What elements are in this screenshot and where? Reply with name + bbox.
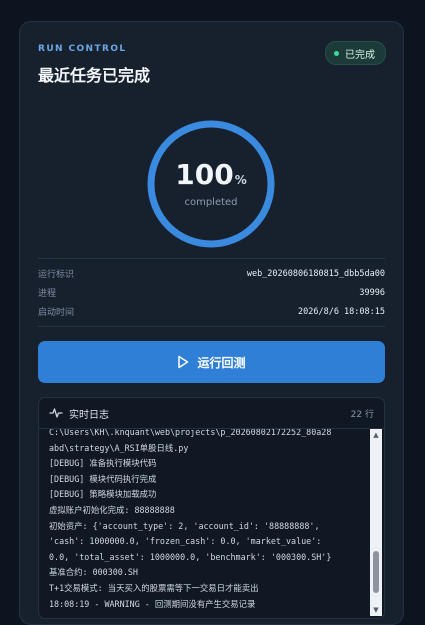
- meta-value: web_20260806180815_dbb5da00: [246, 268, 385, 279]
- play-icon: [178, 355, 189, 369]
- log-header: 实时日志 22 行: [39, 398, 384, 429]
- scroll-up-icon[interactable]: ▲: [370, 429, 382, 441]
- log-line: T+1交易模式: 当天买入的股票需等下一交易日才能卖出: [49, 582, 259, 593]
- meta-key: 启动时间: [38, 308, 75, 318]
- meta-value: 39996: [359, 287, 385, 298]
- log-line: 初始资产: {'account_type': 2, 'account_id': …: [49, 520, 320, 531]
- section-eyebrow: RUN CONTROL: [38, 44, 127, 54]
- run-backtest-button[interactable]: 运行回测: [38, 341, 385, 383]
- log-line: 虚拟账户初始化完成: 88888888: [49, 504, 175, 515]
- meta-value: 2026/8/6 18:08:15: [298, 306, 385, 317]
- log-line: 0.0, 'total_asset': 1000000.0, 'benchmar…: [49, 551, 332, 562]
- run-control-card: RUN CONTROL 最近任务已完成 已完成 100% completed 运…: [19, 21, 404, 625]
- progress-label: completed: [184, 197, 238, 208]
- divider: [38, 258, 385, 259]
- meta-row-start-time: 启动时间 2026/8/6 18:08:15: [38, 302, 385, 321]
- log-line: [DEBUG] 策略模块加载成功: [49, 489, 157, 500]
- meta-key: 进程: [38, 289, 57, 299]
- divider: [38, 326, 385, 327]
- status-badge: 已完成: [325, 41, 386, 65]
- progress-percent: 100%: [175, 158, 247, 191]
- log-line: C:\Users\KH\.knquant\web\projects\p_2026…: [49, 429, 332, 437]
- scrollbar-thumb[interactable]: [373, 551, 379, 593]
- meta-row-run-id: 运行标识 web_20260806180815_dbb5da00: [38, 264, 385, 283]
- realtime-log-panel: 实时日志 22 行 C:\Users\KH\.knquant\web\proje…: [38, 397, 385, 619]
- log-line: [DEBUG] 模块代码执行完成: [49, 473, 157, 484]
- log-lines: C:\Users\KH\.knquant\web\projects\p_2026…: [49, 429, 366, 612]
- log-line: abd\strategy\A_RSI单股日线.py: [49, 442, 189, 453]
- log-scroll-area[interactable]: C:\Users\KH\.knquant\web\projects\p_2026…: [39, 429, 368, 618]
- log-line: 'cash': 1000000.0, 'frozen_cash': 0.0, '…: [49, 536, 322, 547]
- meta-row-process: 进程 39996: [38, 283, 385, 302]
- log-line: 18:08:19 - WARNING - 回测期间没有产生交易记录: [49, 598, 256, 609]
- log-line-count: 22 行: [350, 409, 374, 420]
- log-line: 基准合约: 000300.SH: [49, 567, 138, 578]
- log-line: [DEBUG] 准备执行模块代码: [49, 458, 157, 469]
- page-title: 最近任务已完成: [38, 66, 151, 85]
- activity-icon: [49, 408, 63, 418]
- run-backtest-label: 运行回测: [197, 355, 246, 370]
- log-title: 实时日志: [69, 409, 109, 421]
- status-badge-label: 已完成: [345, 49, 375, 61]
- scroll-down-icon[interactable]: ▼: [370, 604, 382, 616]
- log-scrollbar[interactable]: ▲ ▼: [370, 429, 382, 616]
- meta-key: 运行标识: [38, 270, 75, 280]
- progress-ring: 100% completed: [146, 119, 276, 249]
- status-dot-icon: [334, 50, 339, 56]
